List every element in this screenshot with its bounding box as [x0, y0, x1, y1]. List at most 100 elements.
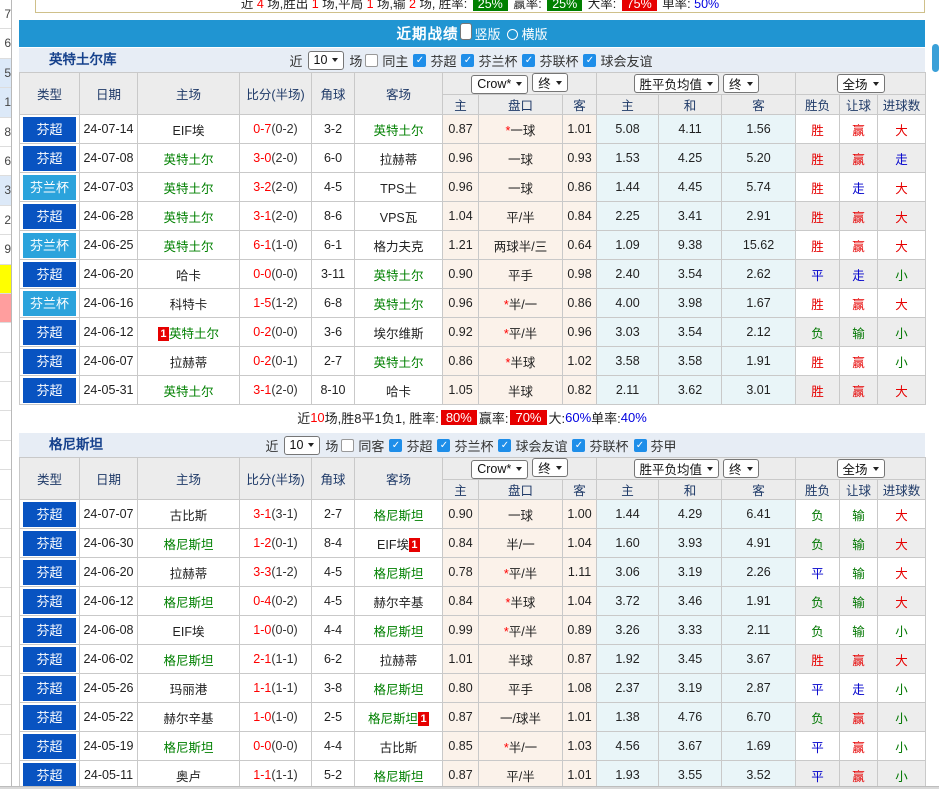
- team-label: 格尼斯坦: [163, 537, 214, 552]
- score-cell: 6-1(1-0): [239, 230, 312, 260]
- table-row: 芬超 24-06-28 英特土尔 3-1(2-0) 8-6 VPS瓦 1.04 平/半 0.84…: [19, 201, 927, 231]
- same-venue-checkbox[interactable]: [365, 53, 379, 67]
- home-odds-cell: 0.90: [442, 259, 479, 289]
- home-odds-cell: 0.84: [442, 528, 479, 558]
- same-venue-checkbox[interactable]: [341, 438, 355, 452]
- handicap-cell: 一球: [478, 499, 563, 529]
- league-filter-checkbox[interactable]: ✓: [583, 53, 597, 67]
- avg-draw-cell: 3.54: [658, 317, 723, 347]
- avg-away-cell: 6.70: [721, 702, 797, 732]
- away-odds-cell: 1.02: [561, 346, 598, 376]
- away-team-cell: TPS土: [354, 172, 443, 202]
- handicap-value: 一球: [507, 152, 533, 167]
- team-label: 英特土尔: [373, 268, 424, 283]
- league-filter-checkbox[interactable]: ✓: [522, 53, 536, 67]
- full-time-score: 3-1: [253, 507, 272, 521]
- avg-draw-cell: 3.33: [658, 615, 723, 645]
- corners-cell: 4-5: [311, 586, 355, 616]
- league-filter-label: 芬超: [406, 438, 433, 454]
- avg-draw-cell: 3.45: [658, 644, 723, 674]
- league-badge: 芬超: [23, 704, 76, 730]
- avg-stage-select[interactable]: 终: [723, 74, 759, 93]
- half-time-score: (2-0): [271, 383, 298, 397]
- score-cell: 1-0(0-0): [239, 615, 312, 645]
- match-date-cell: 24-07-07: [79, 499, 138, 529]
- chevron-down-icon: [516, 82, 523, 87]
- league-filter-checkbox[interactable]: ✓: [461, 53, 475, 67]
- handicap-cell: 平/半: [478, 201, 563, 231]
- handicap-result-cell: 输: [839, 528, 879, 558]
- full-time-score: 3-0: [253, 151, 272, 165]
- home-team-cell: 科特卡: [137, 288, 240, 318]
- match-date-cell: 24-06-12: [79, 317, 138, 347]
- scope-select[interactable]: 全场: [836, 74, 885, 93]
- home-team-cell: 奥卢: [137, 760, 240, 789]
- avg-type-select[interactable]: 胜平负均值: [633, 459, 720, 478]
- stat-segment: 赢率:: [478, 410, 509, 426]
- same-venue-label: 同主: [382, 53, 409, 69]
- team-label: 拉赫蒂: [379, 653, 418, 668]
- team-label: 格尼斯坦: [373, 508, 424, 523]
- away-team-cell: 拉赫蒂: [354, 644, 443, 674]
- layout-radio[interactable]: [506, 29, 518, 40]
- team-label: 拉赫蒂: [169, 566, 208, 581]
- odds-company-select[interactable]: Crow*: [471, 459, 529, 479]
- match-count-select[interactable]: 10: [283, 435, 321, 455]
- league-filter-checkbox[interactable]: ✓: [498, 438, 512, 452]
- home-team-cell: 英特土尔: [137, 172, 240, 202]
- odds-stage-select[interactable]: 终: [532, 458, 568, 478]
- avg-away-cell: 1.67: [721, 288, 797, 318]
- chevron-down-icon: [746, 81, 753, 86]
- chevron-down-icon: [308, 443, 315, 447]
- scope-select[interactable]: 全场: [836, 459, 885, 478]
- layout-radio-selected[interactable]: [460, 23, 473, 40]
- avg-away-cell: 1.91: [721, 586, 797, 616]
- corners-cell: 2-5: [311, 702, 355, 732]
- clipped-column-cell: [0, 705, 11, 735]
- team-label: 英特土尔: [163, 152, 214, 167]
- league-filter-checkbox[interactable]: ✓: [572, 438, 586, 452]
- league-type-cell: 芬超: [19, 114, 80, 144]
- corners-cell: 6-8: [311, 288, 355, 318]
- avg-away-cell: 2.26: [721, 557, 797, 587]
- league-type-cell: 芬超: [19, 702, 80, 732]
- result-cell: 负: [795, 586, 841, 616]
- corners-cell: 5-2: [311, 760, 355, 789]
- scrollbar-thumb[interactable]: [932, 44, 939, 72]
- avg-draw-cell: 3.67: [658, 731, 723, 761]
- home-odds-cell: 0.87: [442, 702, 479, 732]
- home-odds-cell: 1.05: [442, 375, 479, 405]
- league-filter-checkbox[interactable]: ✓: [437, 438, 451, 452]
- league-type-cell: 芬超: [19, 259, 80, 289]
- avg-home-cell: 2.37: [596, 673, 660, 703]
- league-type-cell: 芬超: [19, 760, 80, 789]
- team-label: 英特土尔: [168, 326, 219, 341]
- league-filter-checkbox[interactable]: ✓: [633, 438, 647, 452]
- league-filter-checkbox[interactable]: ✓: [413, 53, 427, 67]
- team-label: 拉赫蒂: [169, 355, 208, 370]
- avg-stage-select[interactable]: 终: [723, 459, 759, 478]
- clipped-column-cell: 6: [0, 29, 11, 59]
- half-time-score: (1-2): [271, 565, 298, 579]
- avg-away-cell: 4.91: [721, 528, 797, 558]
- goals-result-cell: 小: [877, 702, 927, 732]
- half-time-score: (2-0): [271, 151, 298, 165]
- page: 765186329 近 4 场,胜出 1 场,平局 1 场,输 2 场, 胜率:…: [0, 0, 939, 789]
- table-row: 芬超 24-07-08 英特土尔 3-0(2-0) 6-0 拉赫蒂 0.96 一球 0.93 1.…: [19, 143, 927, 173]
- match-date-cell: 24-06-20: [79, 259, 138, 289]
- odds-stage-select[interactable]: 终: [532, 73, 568, 93]
- match-count-select[interactable]: 10: [307, 50, 345, 70]
- home-team-cell: 古比斯: [137, 499, 240, 529]
- handicap-value: 一/球半: [500, 711, 541, 726]
- odds-company-select[interactable]: Crow*: [471, 74, 529, 94]
- match-filter-bar: 近 10 场同客 ✓ 芬超 ✓ 芬兰杯 ✓ 球会友谊 ✓ 芬联杯 ✓ 芬甲: [19, 433, 925, 457]
- league-filter-checkbox[interactable]: ✓: [389, 438, 403, 452]
- table-row: 芬兰杯 24-06-16 科特卡 1-5(1-2) 6-8 英特土尔 0.96 *半/一 0.8…: [19, 288, 927, 318]
- away-odds-cell: 0.86: [561, 288, 598, 318]
- result-cell: 负: [795, 615, 841, 645]
- avg-draw-cell: 3.98: [658, 288, 723, 318]
- dropdown-value: 10: [289, 438, 304, 452]
- result-cell: 负: [795, 499, 841, 529]
- avg-type-select[interactable]: 胜平负均值: [633, 74, 720, 93]
- result-cell: 胜: [795, 201, 841, 231]
